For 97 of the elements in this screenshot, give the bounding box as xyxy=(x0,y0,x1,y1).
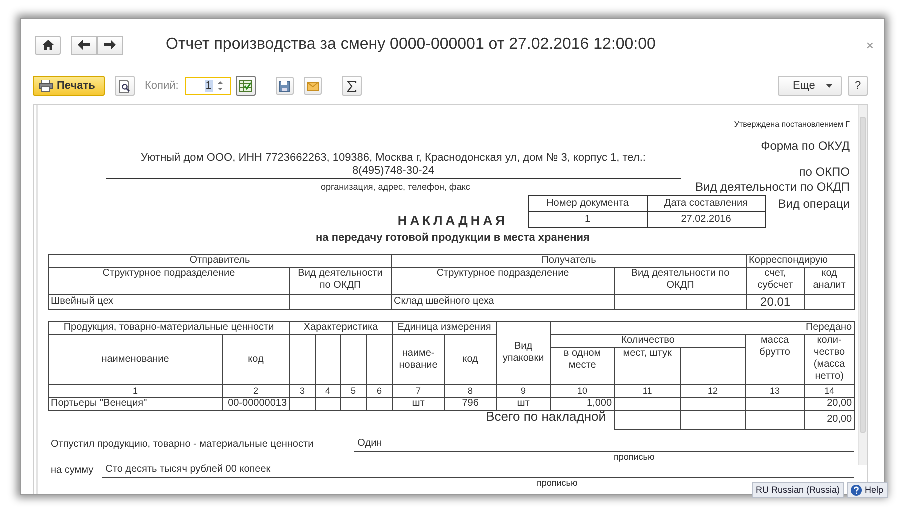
column-header: наименование xyxy=(48,334,222,384)
column-number: 3 xyxy=(290,384,316,398)
column-number: 9 xyxy=(496,384,551,398)
table-cell: 796 xyxy=(444,398,497,410)
column-number: 4 xyxy=(316,384,341,398)
caption: организация, адрес, телефон, факс xyxy=(321,182,470,192)
column-header: Передано xyxy=(550,322,855,334)
save-button[interactable] xyxy=(276,77,294,95)
more-button[interactable]: Еще xyxy=(778,76,842,96)
column-header: Структурное подразделение xyxy=(392,268,615,294)
column-header: масса брутто xyxy=(746,334,805,384)
table-settings-button[interactable] xyxy=(236,76,256,96)
table-cell: 20,00 xyxy=(804,398,855,410)
column-number: 5 xyxy=(340,384,367,398)
column-number: 14 xyxy=(804,384,855,398)
copies-field[interactable]: 1 xyxy=(184,77,231,95)
column-number: 10 xyxy=(550,384,615,398)
table-cell: 1 xyxy=(528,212,647,228)
printer-icon xyxy=(39,80,53,92)
table-cell: Портьеры "Венеция" xyxy=(48,398,222,410)
help-tray-button[interactable]: Help xyxy=(847,482,888,498)
question-circle-icon xyxy=(851,484,862,496)
fill-in-line: Один xyxy=(354,438,854,452)
column-header: Единица измерения xyxy=(392,322,497,334)
column-header: наиме-нование xyxy=(392,334,445,384)
scrollbar[interactable] xyxy=(858,105,867,465)
column-number: 1 xyxy=(48,384,222,398)
column-header: Вид упаковки xyxy=(496,322,551,384)
column-header: коли-чество (масса нетто) xyxy=(804,334,855,384)
table-cell: 00-00000013 xyxy=(222,398,290,410)
column-header: Корреспондирую xyxy=(746,254,855,268)
column-header: код xyxy=(222,334,290,384)
table-icon xyxy=(239,80,252,92)
total-label: Всего по накладной xyxy=(48,410,615,430)
field-label: Отпустил продукцию, товарно - материальные ценности xyxy=(51,439,314,452)
table-cell: 1,000 xyxy=(550,398,615,410)
arrow-left-icon xyxy=(78,40,90,50)
column-header: Вид деятельности по ОКДП xyxy=(614,268,747,294)
organization-text: 8(495)748-30-24 xyxy=(352,165,436,178)
code-label: Вид деятельности по ОКДП xyxy=(695,180,850,194)
column-header: мест, штук xyxy=(614,348,681,384)
column-header: Номер документа xyxy=(528,196,647,212)
table-cell: Швейный цех xyxy=(48,294,290,310)
organization-text: Уютный дом ООО, ИНН 7723662263, 109386, Москва г, Краснодонская ул, дом № 3, корпус 1, тел.: xyxy=(140,152,647,165)
column-number: 8 xyxy=(444,384,497,398)
column-number: 12 xyxy=(680,384,746,398)
column-number: 11 xyxy=(614,384,681,398)
envelope-icon xyxy=(306,82,319,90)
home-icon xyxy=(42,40,54,50)
language-indicator[interactable]: RU Russian (Russia) xyxy=(752,482,844,498)
preview-button[interactable] xyxy=(115,76,135,96)
scrollbar-thumb[interactable] xyxy=(860,117,866,433)
column-header: Количество xyxy=(550,334,746,348)
sigma-icon xyxy=(346,80,357,92)
field-label: на сумму xyxy=(51,465,94,478)
column-header: Получатель xyxy=(392,254,747,268)
code-label: Форма по ОКУД xyxy=(761,139,850,153)
caption: прописью xyxy=(614,452,655,462)
window-title: Отчет производства за смену 0000-000001 от 27.02.2016 12:00:00 xyxy=(166,36,657,54)
column-header: в одном месте xyxy=(550,348,615,384)
column-number: 13 xyxy=(746,384,805,398)
column-header: Структурное подразделение xyxy=(48,268,290,294)
code-label: Вид операци xyxy=(778,197,850,211)
column-header: код аналит xyxy=(804,268,855,294)
table-cell: 20.01 xyxy=(746,294,805,310)
document-title: НАКЛАДНАЯ xyxy=(398,213,508,228)
caret-down-icon xyxy=(826,84,833,88)
table-cell: шт xyxy=(496,398,551,410)
column-number: 2 xyxy=(222,384,290,398)
column-header: Характеристика xyxy=(290,322,393,334)
table-cell: Склад швейного цеха xyxy=(392,294,615,310)
forward-button[interactable] xyxy=(97,36,123,54)
table-cell: шт xyxy=(392,398,445,410)
email-button[interactable] xyxy=(304,77,322,95)
table-cell: 27.02.2016 xyxy=(647,212,766,228)
column-number: 7 xyxy=(392,384,445,398)
copies-label: Копий: xyxy=(145,80,179,92)
column-header: Отправитель xyxy=(48,254,392,268)
document-subtitle: на передачу готовой продукции в места хранения xyxy=(316,232,590,244)
column-header: Продукция, товарно-материальные ценности xyxy=(48,322,290,334)
document-magnifier-icon xyxy=(119,80,131,92)
arrow-right-icon xyxy=(104,40,116,50)
caption: прописью xyxy=(537,478,578,488)
help-button[interactable]: ? xyxy=(848,76,868,96)
column-number: 6 xyxy=(366,384,393,398)
print-button[interactable]: Печать xyxy=(33,76,105,96)
code-label: по ОКПО xyxy=(799,165,850,179)
fill-in-line: Сто десять тысяч рублей 00 копеек xyxy=(102,464,854,478)
column-header: Дата составления xyxy=(647,196,766,212)
back-button[interactable] xyxy=(71,36,97,54)
sum-button[interactable] xyxy=(342,76,362,96)
spin-arrows-icon xyxy=(216,80,224,92)
table-cell: 20,00 xyxy=(804,410,855,430)
home-button[interactable] xyxy=(35,36,61,54)
approval-note: Утверждена постановлением Г xyxy=(734,120,850,129)
column-header: счет, субсчет xyxy=(746,268,805,294)
column-header: Вид деятельности по ОКДП xyxy=(290,268,392,294)
